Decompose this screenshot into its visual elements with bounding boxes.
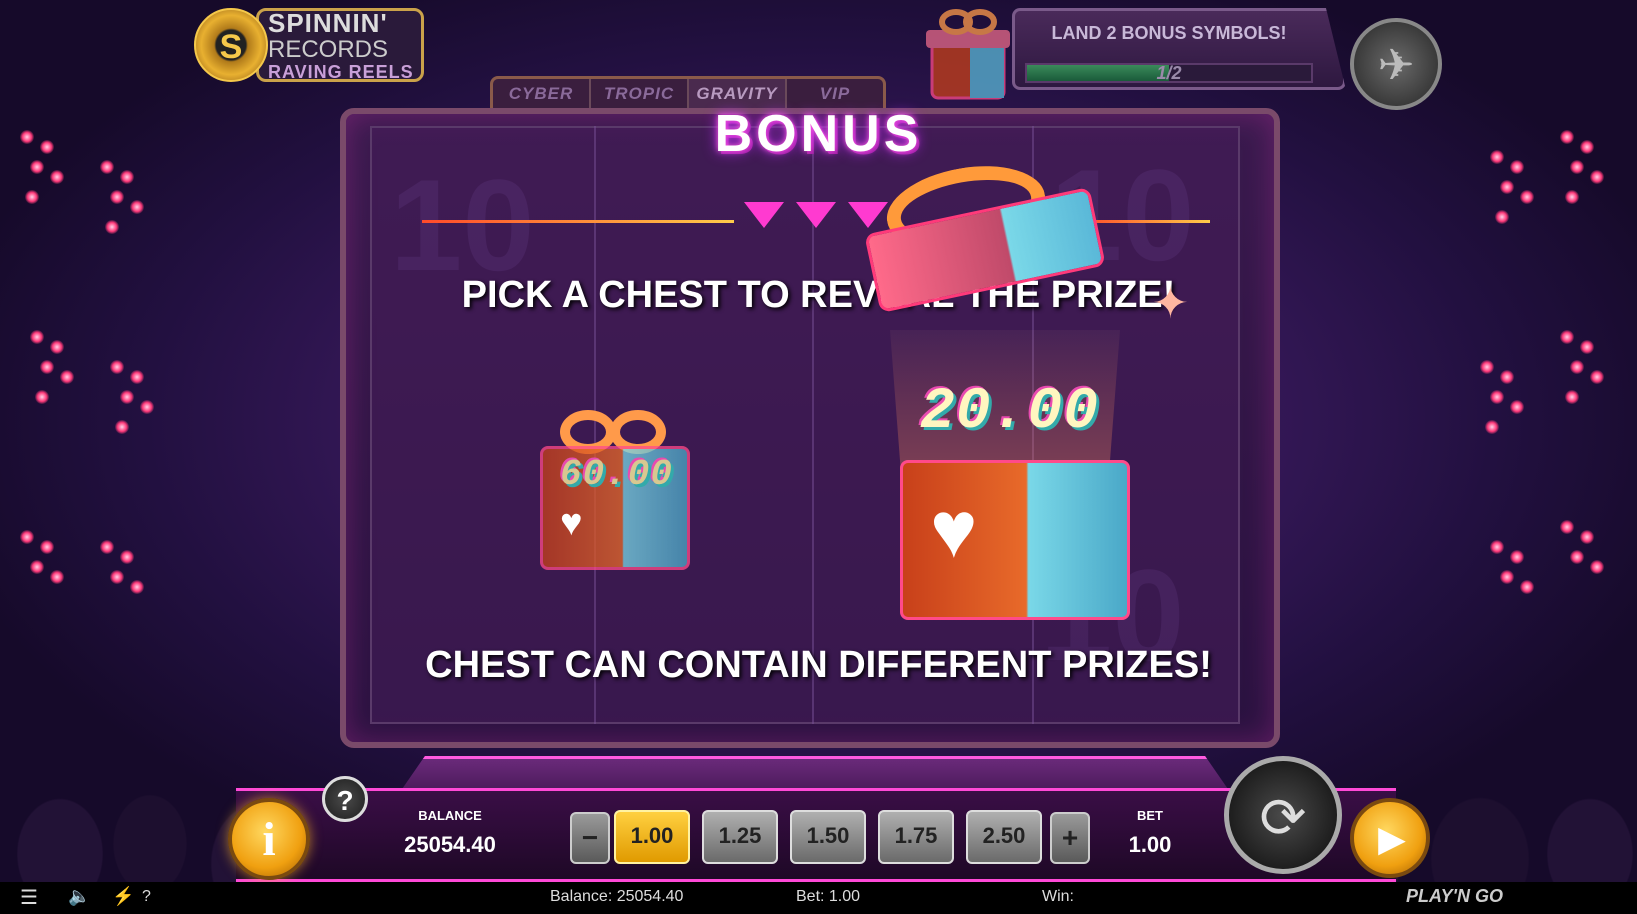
status-win: Win: <box>1042 888 1074 905</box>
stage-light <box>100 540 170 620</box>
stage-light <box>110 360 180 440</box>
logo-line-1: SPINNIN' <box>268 8 388 38</box>
stage-light <box>20 530 90 610</box>
bet-decrease-button[interactable]: − <box>570 812 610 864</box>
play-icon: ▶ <box>1378 818 1406 859</box>
menu-icon[interactable]: ☰ <box>20 885 38 910</box>
logo-line-2: RECORDS <box>268 36 389 63</box>
heart-icon: ♥ <box>930 485 978 574</box>
bonus-title: BONUS <box>714 105 923 163</box>
heart-icon: ♥ <box>560 502 583 544</box>
game-stage: S SPINNIN' RECORDS RAVING REELS CYBER TR… <box>0 0 1637 914</box>
autoplay-button[interactable]: ⟳ <box>1224 756 1342 874</box>
bet-label: BET <box>1137 808 1163 823</box>
pick-chest-message: PICK A CHEST TO REVEAL THE PRIZE! <box>461 274 1176 316</box>
vinyl-disc-icon: S <box>194 8 268 82</box>
deco-line-left <box>422 220 734 223</box>
status-balance: Balance: 25054.40 <box>550 888 684 905</box>
stage-light <box>30 330 100 410</box>
status-bar: ☰ 🔈 ⚡ ? Balance: 25054.40 Bet: 1.00 Win:… <box>0 882 1637 914</box>
provider-logo: PLAY'N GO <box>1406 886 1503 906</box>
diamond-icon <box>796 202 836 228</box>
stage-light <box>1490 540 1560 620</box>
bet-increase-button[interactable]: + <box>1050 812 1090 864</box>
bonus-meter: LAND 2 BONUS SYMBOLS! 1/2 <box>1012 8 1346 90</box>
autoplay-icon: ⟳ <box>1259 786 1307 849</box>
diamond-icon <box>848 202 888 228</box>
bet-value: 1.00 <box>1128 832 1172 857</box>
turbo-mode-button[interactable]: ✈ <box>1350 18 1442 110</box>
stage-light <box>100 160 170 240</box>
airplane-icon: ✈ <box>1377 41 1415 90</box>
gift-chest-icon <box>926 9 1010 100</box>
game-logo: S SPINNIN' RECORDS RAVING REELS <box>194 2 430 88</box>
diamond-icon <box>744 202 784 228</box>
spin-button[interactable]: ▶ <box>1350 798 1430 878</box>
bet-option[interactable]: 1.75 <box>878 810 954 864</box>
speaker-icon[interactable]: 🔈 <box>68 886 90 907</box>
help-button[interactable]: ? <box>322 776 368 822</box>
status-help-icon[interactable]: ? <box>142 888 151 906</box>
deco-line-right <box>1080 220 1210 223</box>
info-button[interactable]: i <box>228 798 310 880</box>
balance-label: BALANCE <box>418 808 482 823</box>
logo-letter: S <box>219 28 243 66</box>
info-icon: i <box>262 813 276 866</box>
bet-option[interactable]: 2.50 <box>966 810 1042 864</box>
lightning-icon[interactable]: ⚡ <box>112 886 134 907</box>
chest-small-value: 60.00 <box>560 454 674 495</box>
chest-large-value: 20.00 <box>920 380 1100 445</box>
bonus-meter-title: LAND 2 BONUS SYMBOLS! <box>1051 23 1287 43</box>
stage-light <box>1480 360 1550 440</box>
bonus-meter-count: 1/2 <box>1156 63 1182 83</box>
sparkle-icon: ✦ <box>1152 279 1189 328</box>
bet-option[interactable]: 1.25 <box>702 810 778 864</box>
stage-light <box>1560 520 1630 600</box>
chest-large[interactable]: ♥ <box>900 460 1130 620</box>
stage-light <box>1560 330 1630 410</box>
bet-option[interactable]: 1.00 <box>614 810 690 864</box>
control-panel-top <box>400 756 1230 792</box>
chest-info-message: CHEST CAN CONTAIN DIFFERENT PRIZES! <box>425 644 1212 686</box>
balance-value: 25054.40 <box>404 832 496 857</box>
logo-line-3: RAVING REELS <box>268 62 414 82</box>
question-icon: ? <box>336 785 354 816</box>
status-bet: Bet: 1.00 <box>796 888 861 905</box>
bet-option[interactable]: 1.50 <box>790 810 866 864</box>
